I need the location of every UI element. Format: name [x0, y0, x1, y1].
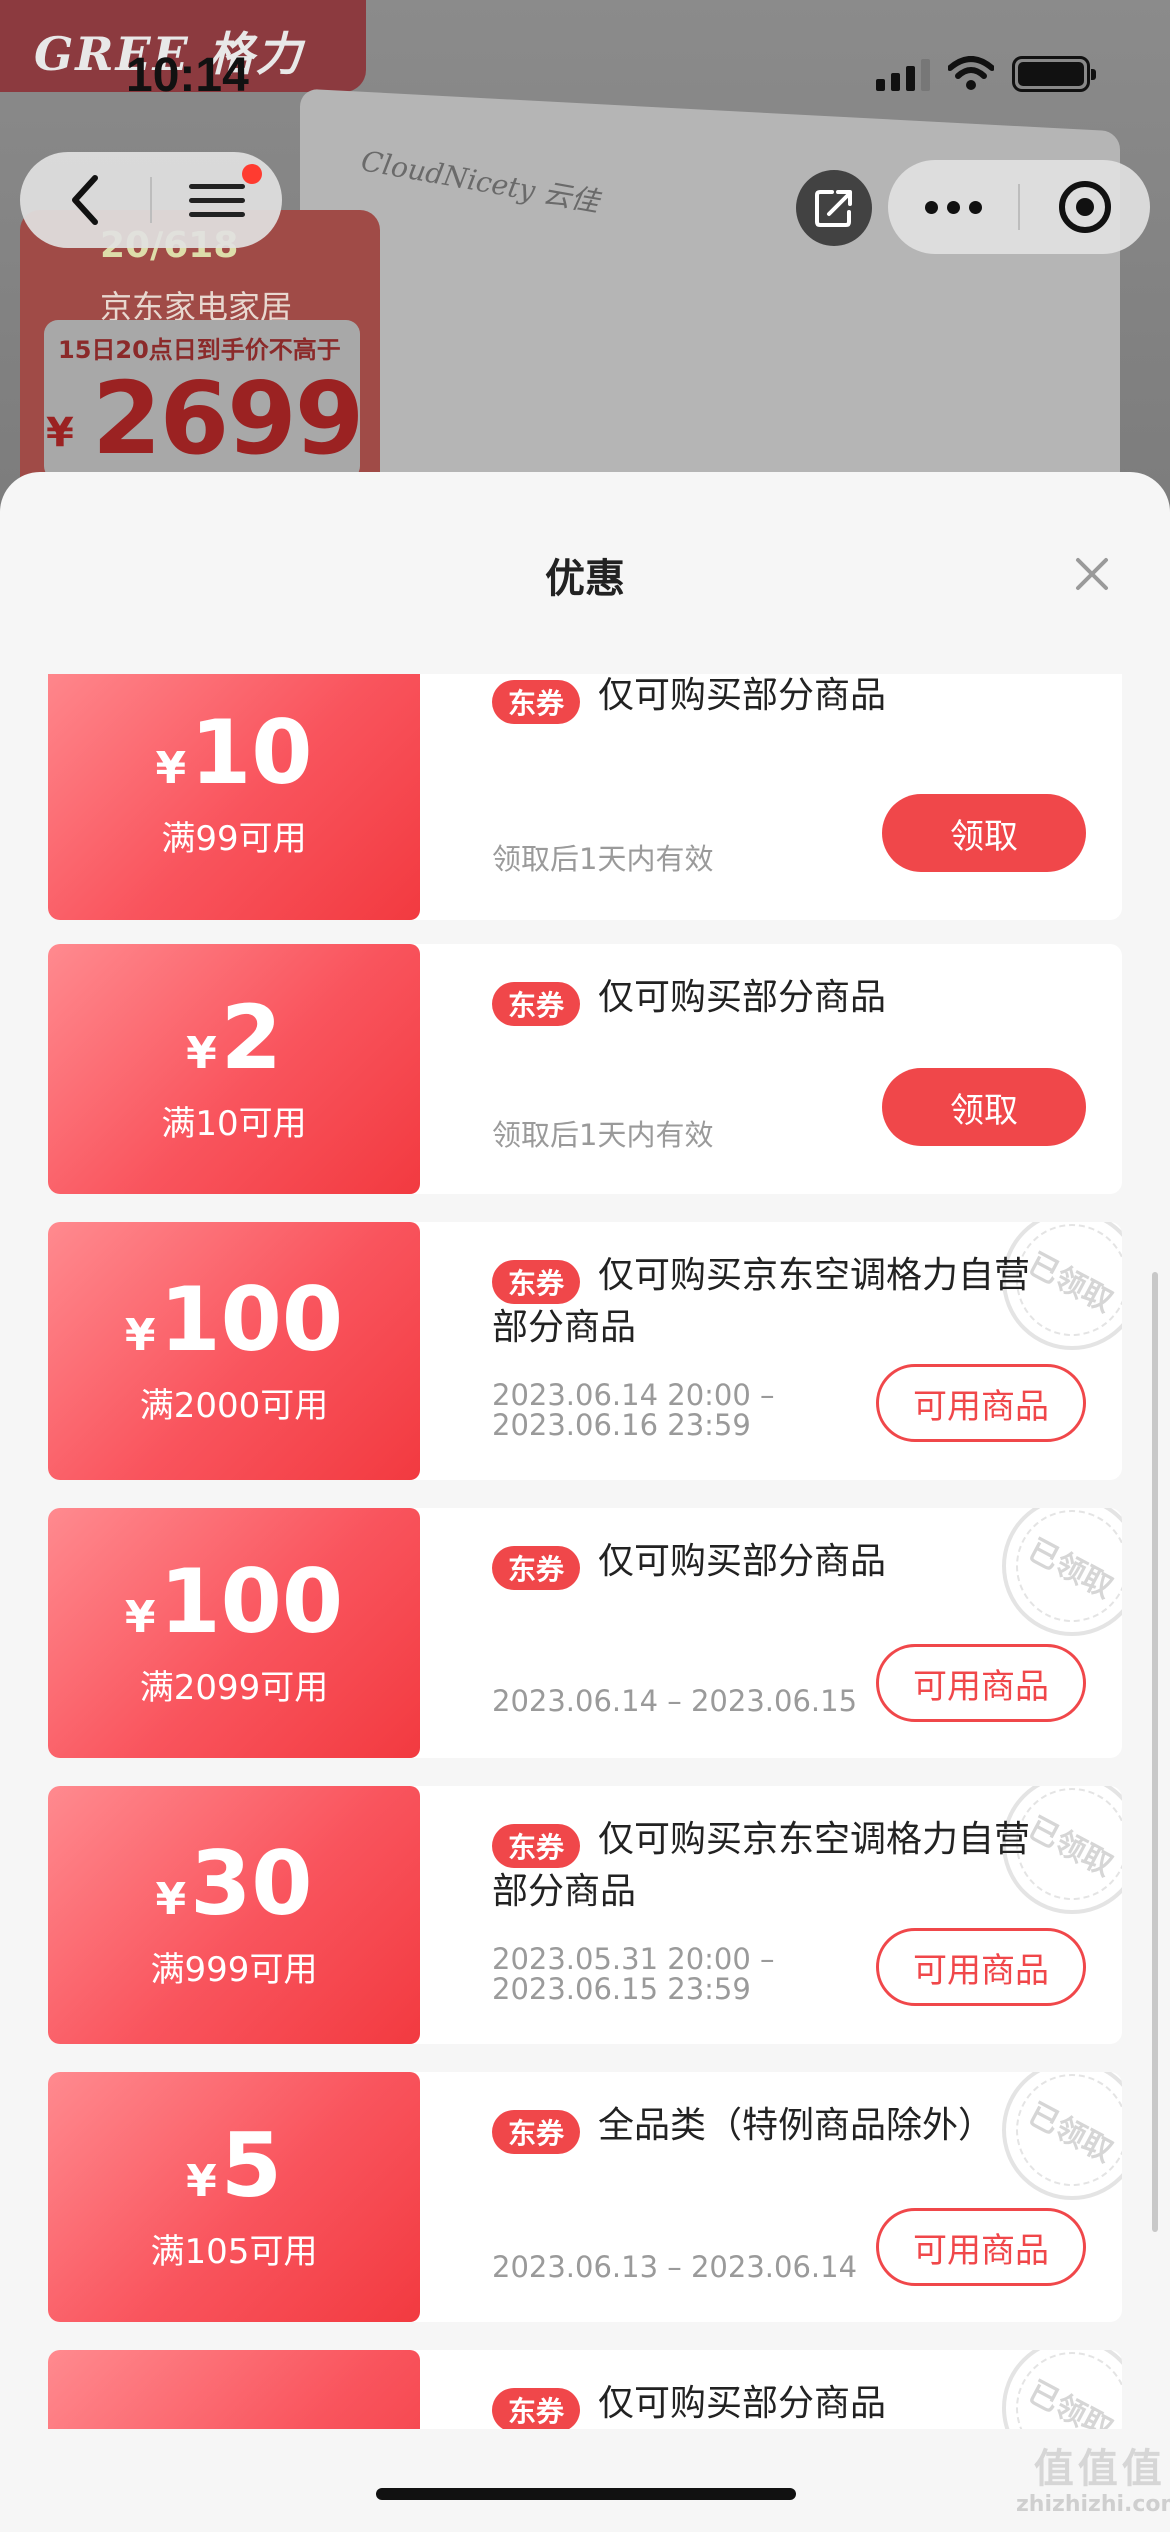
watermark: 值值值 zhizhizhi.com [1016, 2446, 1170, 2518]
coupon-value: 30 [190, 1831, 313, 1935]
coupon-card: ¥100 满2000可用 已领取 东券 仅可购买京东空调格力自营部分商品 202… [48, 1222, 1122, 1480]
coupon-condition: 满105可用 [150, 2231, 318, 2272]
back-button[interactable] [20, 152, 150, 248]
coupon-amount-panel: ¥2 满10可用 [48, 944, 420, 1194]
coupon-card: ¥5 满105可用 已领取 东券 全品类（特例商品除外） 2023.06.13 … [48, 2072, 1122, 2322]
coupon-currency: ¥ [124, 1309, 156, 1361]
coupon-detail: 已领取 东券 仅可购买京东空调格力自营部分商品 2023.05.31 20:00… [420, 1786, 1122, 2044]
notification-dot [242, 164, 262, 184]
cellular-signal-icon [876, 57, 930, 91]
coupon-detail: 已领取 东券 全品类（特例商品除外） 2023.06.13 – 2023.06.… [420, 2072, 1122, 2322]
coupon-condition: 满999可用 [150, 1949, 318, 1990]
coupon-detail: 已领取 东券 仅可购买京东空调格力自营部分商品 2023.06.14 20:00… [420, 1222, 1122, 1480]
status-time: 10:14 [126, 49, 249, 102]
claim-coupon-button[interactable]: 领取 [882, 1068, 1086, 1146]
close-sheet-button[interactable] [1068, 550, 1116, 598]
coupon-validity-start: 2023.06.14 20:00 – [492, 1378, 775, 1412]
coupon-detail: 已领取 东券 仅可购买部分商品 [420, 2350, 1122, 2429]
sheet-title: 优惠 [545, 556, 625, 602]
coupon-validity: 领取后1天内有效 [492, 1118, 714, 1152]
coupon-validity: 2023.06.14 – 2023.06.15 [492, 1684, 858, 1718]
coupon-value: 10 [190, 700, 313, 804]
chevron-left-icon [72, 175, 98, 225]
coupon-value: 5 [220, 2113, 282, 2217]
coupon-title: 仅可购买部分商品 [598, 2383, 887, 2424]
coupon-validity: 领取后1天内有效 [492, 842, 714, 876]
coupon-list[interactable]: ¥10 满99可用 东券 仅可购买部分商品 领取后1天内有效 领取 ¥2 满10… [0, 674, 1170, 2429]
coupon-title: 仅可购买部分商品 [598, 977, 887, 1018]
hamburger-menu-icon [189, 175, 245, 226]
coupon-value: 100 [159, 1549, 344, 1653]
coupon-detail: 东券 仅可购买部分商品 领取后1天内有效 领取 [420, 944, 1122, 1194]
coupon-title: 仅可购买京东空调格力自营部分商品 [492, 1819, 1031, 1912]
coupon-currency: ¥ [186, 1027, 217, 1079]
scrollbar[interactable] [1152, 1272, 1158, 2232]
promo-currency: ¥ [46, 410, 74, 456]
coupon-currency: ¥ [155, 742, 187, 794]
coupon-condition: 满99可用 [161, 818, 307, 859]
coupon-detail: 已领取 东券 仅可购买部分商品 2023.06.14 – 2023.06.15 … [420, 1508, 1122, 1758]
coupon-amount-panel [48, 2350, 420, 2429]
wifi-icon [948, 56, 994, 90]
coupon-title: 仅可购买部分商品 [598, 675, 887, 716]
home-indicator[interactable] [376, 2488, 796, 2500]
available-products-button[interactable]: 可用商品 [876, 1644, 1086, 1722]
available-products-button[interactable]: 可用商品 [876, 2208, 1086, 2286]
coupon-title: 全品类（特例商品除外） [598, 2105, 995, 2146]
coupon-validity-end: 2023.06.15 23:59 [492, 1972, 751, 2006]
coupon-amount-panel: ¥100 满2099可用 [48, 1508, 420, 1758]
close-icon [1076, 558, 1108, 590]
coupon-validity-start: 2023.05.31 20:00 – [492, 1942, 775, 1976]
nav-capsule-right [888, 160, 1150, 254]
coupon-currency: ¥ [186, 2155, 217, 2207]
coupon-value: 100 [159, 1267, 344, 1371]
watermark-mark: 值值值 [1033, 2446, 1166, 2492]
more-button[interactable] [888, 159, 1018, 255]
coupon-amount-panel: ¥100 满2000可用 [48, 1222, 420, 1480]
coupon-card: ¥100 满2099可用 已领取 东券 仅可购买部分商品 2023.06.14 … [48, 1508, 1122, 1758]
coupon-card: ¥10 满99可用 东券 仅可购买部分商品 领取后1天内有效 领取 [48, 674, 1122, 920]
coupon-condition: 满10可用 [161, 1103, 307, 1144]
available-products-button[interactable]: 可用商品 [876, 1928, 1086, 2006]
share-button[interactable] [796, 170, 872, 246]
coupon-amount-panel: ¥10 满99可用 [48, 674, 420, 920]
menu-button[interactable] [152, 152, 282, 248]
target-circle-icon [1059, 181, 1111, 233]
coupon-value: 2 [220, 985, 282, 1089]
coupon-validity: 2023.06.13 – 2023.06.14 [492, 2250, 858, 2284]
share-icon [815, 190, 852, 227]
claim-coupon-button[interactable]: 领取 [882, 794, 1086, 872]
coupon-card: ¥2 满10可用 东券 仅可购买部分商品 领取后1天内有效 领取 [48, 944, 1122, 1194]
coupon-title: 仅可购买京东空调格力自营部分商品 [492, 1255, 1031, 1348]
coupon-amount-panel: ¥5 满105可用 [48, 2072, 420, 2322]
coupon-card: 已领取 东券 仅可购买部分商品 [48, 2350, 1122, 2429]
coupon-sheet: 优惠 ¥10 满99可用 东券 仅可购买部分商品 领取后1天内有效 领取 ¥2 … [0, 472, 1170, 2532]
nav-capsule-left [20, 152, 282, 248]
coupon-card: ¥30 满999可用 已领取 东券 仅可购买京东空调格力自营部分商品 2023.… [48, 1786, 1122, 2044]
available-products-button[interactable]: 可用商品 [876, 1364, 1086, 1442]
more-dots-icon [924, 200, 982, 214]
close-miniprogram-button[interactable] [1020, 159, 1150, 255]
coupon-amount-panel: ¥30 满999可用 [48, 1786, 420, 2044]
coupon-condition: 满2000可用 [139, 1385, 329, 1426]
battery-icon [1012, 56, 1096, 92]
watermark-site: zhizhizhi.com [1016, 2492, 1170, 2517]
coupon-condition: 满2099可用 [139, 1667, 329, 1708]
coupon-currency: ¥ [124, 1591, 156, 1643]
promo-price: 2699 [92, 360, 364, 477]
coupon-validity-end: 2023.06.16 23:59 [492, 1408, 751, 1442]
coupon-currency: ¥ [155, 1873, 187, 1925]
status-icons [876, 56, 1096, 92]
coupon-title: 仅可购买部分商品 [598, 1541, 887, 1582]
coupon-detail: 东券 仅可购买部分商品 领取后1天内有效 领取 [420, 674, 1122, 920]
